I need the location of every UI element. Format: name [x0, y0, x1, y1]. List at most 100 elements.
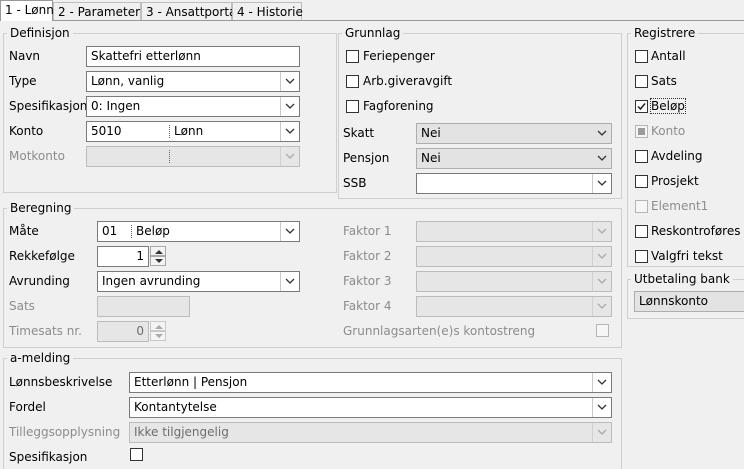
registrere-label: Sats: [651, 74, 677, 88]
column-separator: [169, 150, 171, 163]
tab-historie[interactable]: 4 - Historie: [232, 2, 303, 20]
faktor3-label: Faktor 3: [343, 274, 392, 288]
navn-input[interactable]: Skattefri etterlønn: [86, 46, 300, 67]
rekkefolge-value: 1: [136, 249, 144, 263]
spesifikasjon-select[interactable]: 0: Ingen: [86, 96, 300, 117]
konto-select[interactable]: 5010 Lønn: [86, 121, 300, 142]
pensjon-value: Nei: [421, 151, 441, 165]
chevron-down-icon[interactable]: [280, 122, 299, 141]
chevron-down-icon[interactable]: [592, 398, 611, 417]
chevron-down-icon[interactable]: [280, 72, 299, 91]
avrunding-value: Ingen avrunding: [102, 274, 201, 288]
type-value: Lønn, vanlig: [91, 74, 165, 88]
arbgiveravgift-checkbox[interactable]: [346, 75, 359, 88]
registrere-label: Prosjekt: [651, 174, 699, 188]
skatt-select[interactable]: Nei: [416, 123, 612, 144]
faktor3-select: [416, 271, 612, 292]
spes-code: 0:: [91, 99, 103, 113]
spin-up-icon[interactable]: [150, 246, 166, 256]
rekkefolge-spinner[interactable]: [150, 246, 166, 267]
type-select[interactable]: Lønn, vanlig: [86, 71, 300, 92]
tab-lonn[interactable]: 1 - Lønn: [0, 0, 54, 21]
spin-down-icon: [150, 331, 166, 341]
beregning-title: Beregning: [7, 201, 75, 215]
registrere-checkbox[interactable]: [635, 75, 648, 88]
tab-ansattportal[interactable]: 3 - Ansattportal: [141, 2, 240, 20]
feriepenger-label: Feriepenger: [363, 49, 435, 63]
amelding-title: a-melding: [7, 351, 74, 365]
column-separator: [131, 225, 133, 238]
registrere-label: Reskontroføres: [651, 224, 741, 238]
navn-label: Navn: [9, 49, 41, 63]
grunnlagsart-checkbox: [596, 324, 609, 337]
faktor2-select: [416, 246, 612, 267]
timesats-spinner: [150, 321, 166, 342]
chevron-down-icon: [592, 423, 611, 442]
registrere-checkbox[interactable]: [635, 250, 648, 263]
motkonto-select: [86, 146, 300, 167]
chevron-down-icon[interactable]: [592, 174, 611, 193]
timesats-value: 0: [136, 324, 144, 338]
spin-up-icon: [150, 321, 166, 331]
chevron-down-icon[interactable]: [593, 149, 611, 168]
navn-value: Skattefri etterlønn: [91, 49, 201, 63]
rekkefolge-label: Rekkefølge: [9, 249, 75, 263]
avrunding-select[interactable]: Ingen avrunding: [97, 271, 300, 292]
tilleggsopplysning-label: Tilleggsopplysning: [9, 425, 121, 439]
tab-parameter[interactable]: 2 - Parameter: [53, 2, 141, 20]
registrere-checkbox[interactable]: [635, 175, 648, 188]
tilleggsopplysning-select: Ikke tilgjengelig: [129, 422, 612, 443]
column-separator: [169, 125, 171, 138]
feriepenger-checkbox[interactable]: [346, 50, 359, 63]
chevron-down-icon[interactable]: [280, 97, 299, 116]
type-label: Type: [9, 74, 37, 88]
registrere-checkbox: [635, 125, 648, 138]
chevron-down-icon[interactable]: [280, 272, 299, 291]
registrere-checkbox[interactable]: [635, 50, 648, 63]
pensjon-select[interactable]: Nei: [416, 148, 612, 169]
chevron-down-icon: [592, 222, 611, 241]
maate-label: Måte: [9, 224, 39, 238]
chevron-down-icon: [592, 297, 611, 316]
registrere-checkbox[interactable]: [635, 150, 648, 163]
utbetaling-select[interactable]: Lønnskonto: [634, 291, 744, 312]
amelding-spesifikasjon-label: Spesifikasjon: [9, 450, 88, 464]
utbetaling-title: Utbetaling bank: [631, 272, 733, 286]
registrere-label: Valgfri tekst: [651, 249, 723, 263]
ssb-select[interactable]: [416, 173, 612, 194]
grunnlagsart-label: Grunnlagsarten(e)s kontostreng: [343, 324, 536, 338]
tab-label: 3 - Ansattportal: [146, 5, 240, 19]
registrere-label: Antall: [651, 49, 686, 63]
registrere-label: Beløp: [650, 98, 686, 114]
amelding-spesifikasjon-checkbox[interactable]: [130, 448, 143, 461]
faktor1-label: Faktor 1: [343, 224, 392, 238]
pensjon-label: Pensjon: [343, 151, 390, 165]
chevron-down-icon[interactable]: [280, 222, 299, 241]
lonnsbeskrivelse-select[interactable]: Etterlønn | Pensjon: [129, 372, 612, 393]
konto-label: Konto: [9, 124, 44, 138]
definisjon-title: Definisjon: [7, 26, 73, 40]
registrere-label: Element1: [651, 199, 709, 213]
rekkefolge-input[interactable]: 1: [97, 246, 149, 267]
spin-down-icon[interactable]: [150, 256, 166, 266]
avrunding-label: Avrunding: [9, 274, 70, 288]
timesats-input: 0: [97, 321, 149, 342]
grunnlag-title: Grunnlag: [342, 26, 404, 40]
registrere-checkbox[interactable]: [635, 100, 648, 113]
fordel-select[interactable]: Kontantytelse: [129, 397, 612, 418]
chevron-down-icon[interactable]: [593, 124, 611, 143]
spes-value: Ingen: [106, 99, 141, 113]
maate-select[interactable]: 01 Beløp: [97, 221, 300, 242]
faktor4-label: Faktor 4: [343, 299, 392, 313]
fagforening-checkbox[interactable]: [346, 100, 359, 113]
registrere-checkbox: [635, 200, 648, 213]
checked-square-icon: [638, 128, 645, 135]
registrere-title: Registrere: [631, 26, 699, 40]
maate-code: 01: [102, 224, 118, 238]
registrere-checkbox[interactable]: [635, 225, 648, 238]
fordel-value: Kontantytelse: [134, 400, 217, 414]
fagforening-label: Fagforening: [363, 99, 434, 113]
faktor4-select: [416, 296, 612, 317]
fordel-label: Fordel: [9, 400, 46, 414]
chevron-down-icon[interactable]: [592, 373, 611, 392]
